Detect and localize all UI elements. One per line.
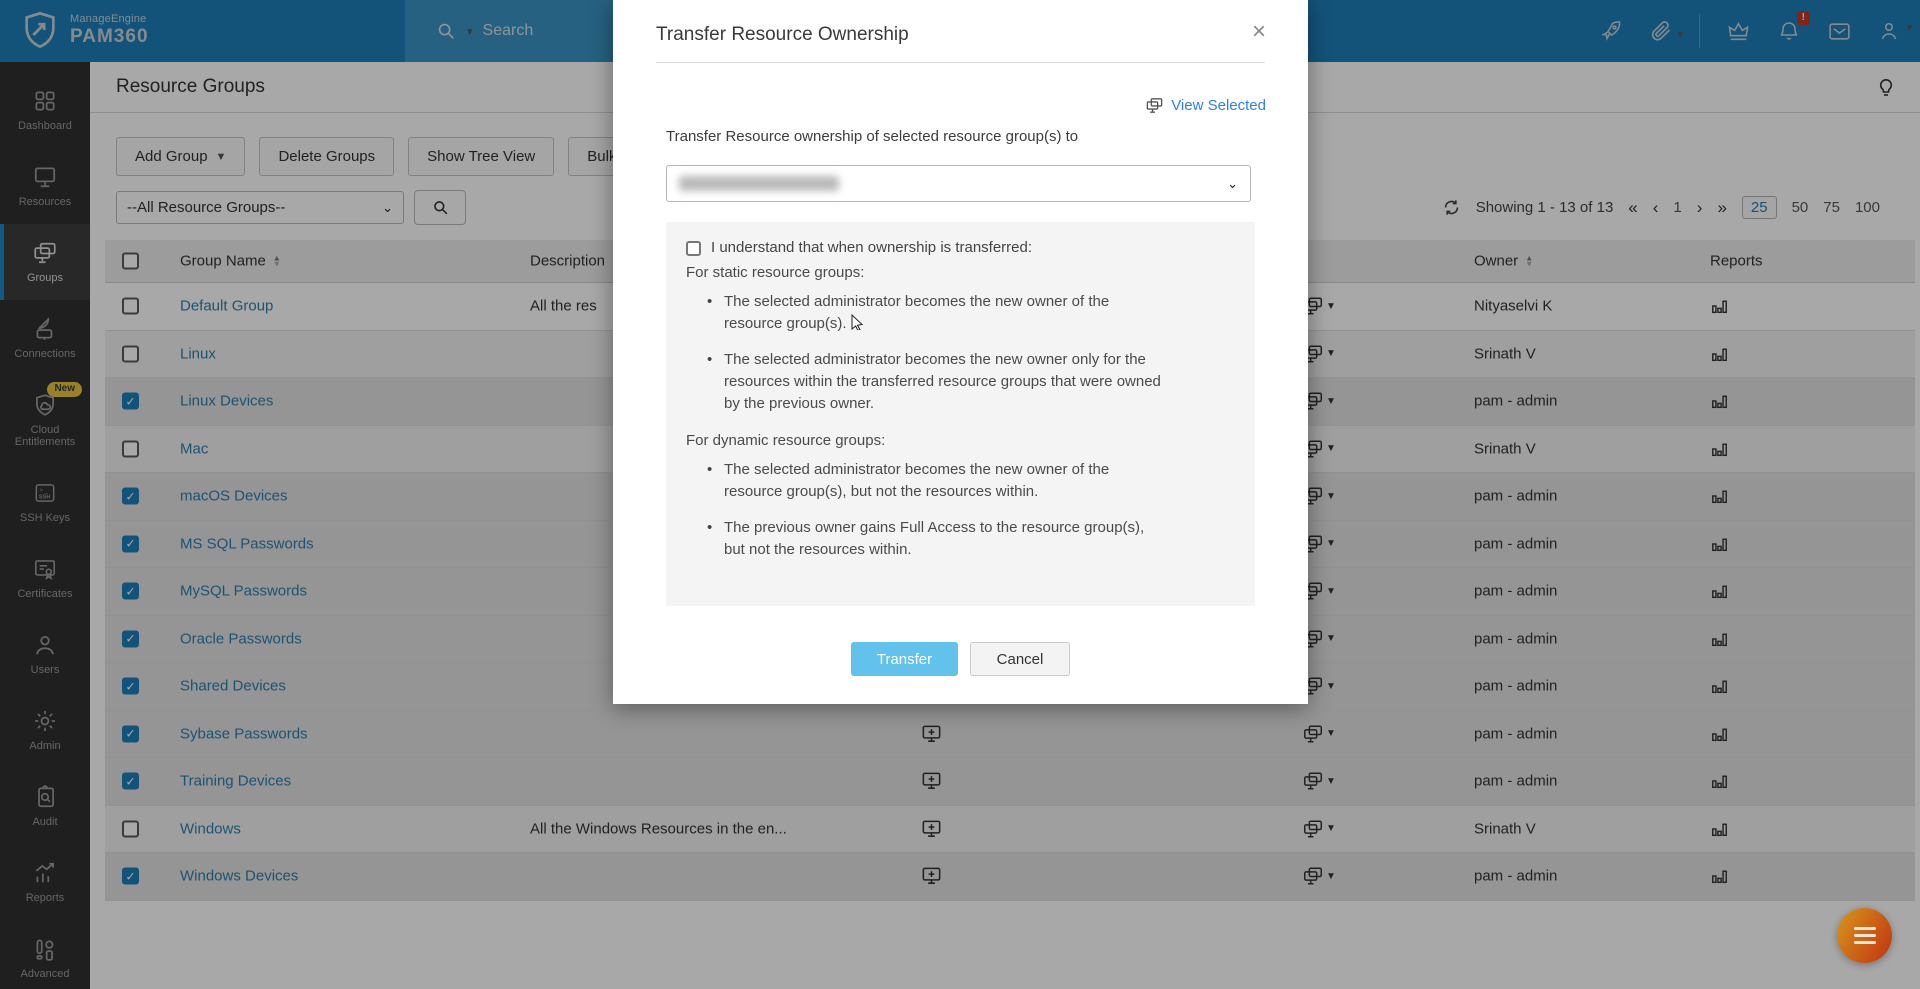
transfer-to-label: Transfer Resource ownership of selected … (666, 128, 1078, 145)
ownership-info-panel: I understand that when ownership is tran… (666, 222, 1255, 606)
static-groups-bullets: The selected administrator becomes the n… (724, 291, 1235, 415)
bullet-item: The selected administrator becomes the n… (724, 291, 1164, 335)
close-icon[interactable]: × (1252, 18, 1266, 46)
dynamic-groups-bullets: The selected administrator becomes the n… (724, 459, 1235, 561)
selected-groups-icon (1145, 96, 1164, 115)
acknowledge-label: I understand that when ownership is tran… (711, 239, 1032, 256)
static-groups-heading: For static resource groups: (686, 264, 1235, 281)
hamburger-icon (1854, 927, 1876, 930)
bullet-item: The selected administrator becomes the n… (724, 459, 1164, 503)
view-selected-link[interactable]: View Selected (1145, 96, 1266, 115)
dynamic-groups-heading: For dynamic resource groups: (686, 432, 1235, 449)
cancel-button[interactable]: Cancel (970, 642, 1070, 676)
acknowledge-checkbox[interactable] (686, 241, 701, 256)
new-owner-select[interactable]: ⌄ (666, 165, 1251, 202)
bullet-item: The previous owner gains Full Access to … (724, 517, 1164, 561)
owner-select-redacted-value (679, 176, 839, 191)
transfer-button[interactable]: Transfer (851, 642, 958, 676)
feedback-menu-fab[interactable] (1837, 908, 1892, 963)
bullet-item: The selected administrator becomes the n… (724, 349, 1164, 415)
dialog-title: Transfer Resource Ownership (656, 24, 909, 46)
transfer-ownership-dialog: Transfer Resource Ownership × View Selec… (613, 0, 1308, 704)
dialog-divider (656, 62, 1265, 63)
mouse-cursor-icon (851, 314, 864, 330)
select-chevron-icon: ⌄ (1227, 176, 1238, 192)
